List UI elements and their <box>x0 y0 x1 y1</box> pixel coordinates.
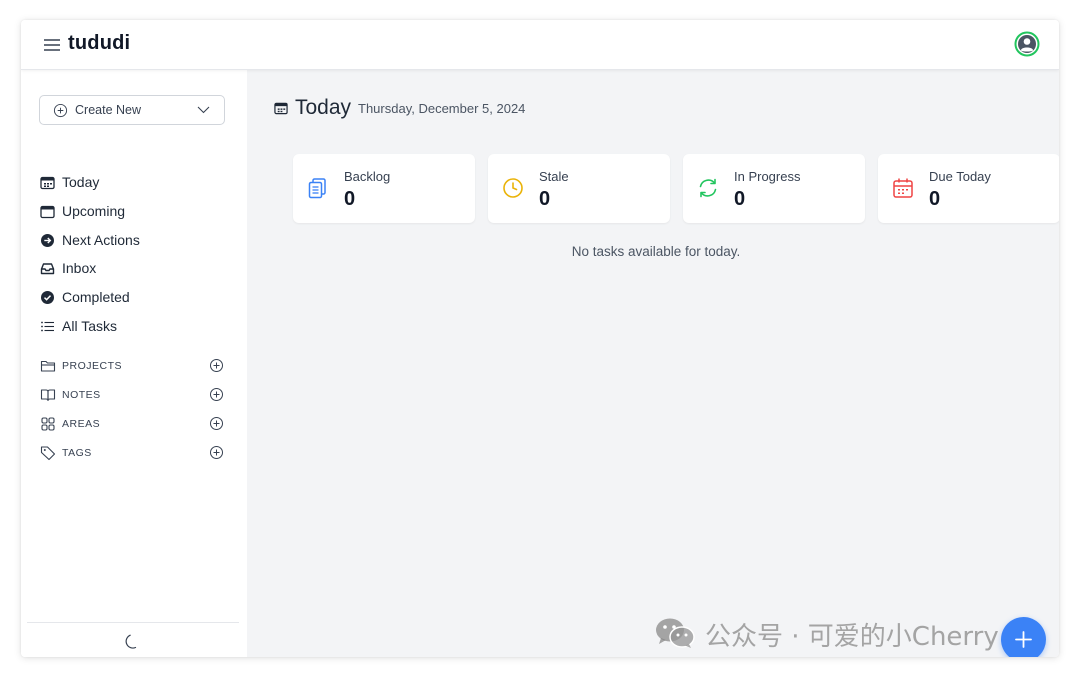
in-progress-card[interactable]: In Progress 0 <box>683 154 865 223</box>
create-new-button[interactable]: Create New <box>39 95 225 125</box>
section-label: TAGS <box>62 447 92 459</box>
main-content: Today Thursday, December 5, 2024 Backlog… <box>247 70 1059 657</box>
calendar-due-icon <box>893 178 913 198</box>
clock-icon <box>503 178 523 198</box>
nav-item-next-actions[interactable]: Next Actions <box>40 230 226 252</box>
calendar-icon <box>40 205 55 219</box>
add-note-icon[interactable] <box>209 387 224 402</box>
arrow-circle-icon <box>41 234 54 247</box>
refresh-icon <box>699 178 717 198</box>
nav-label: Upcoming <box>62 203 126 219</box>
top-bar: tududi <box>21 20 1059 70</box>
sidebar: Create New Today Upcoming Next Actions I… <box>21 70 247 657</box>
clipboard-icon <box>308 178 326 199</box>
calendar-today-icon <box>274 102 288 115</box>
inbox-icon <box>40 263 55 275</box>
nav-item-today[interactable]: Today <box>40 172 226 194</box>
due-today-card[interactable]: Due Today 0 <box>878 154 1059 223</box>
card-value: 0 <box>929 188 941 210</box>
card-value: 0 <box>344 188 356 210</box>
card-label: Due Today <box>929 169 991 184</box>
page-date: Thursday, December 5, 2024 <box>358 101 526 116</box>
section-areas[interactable]: AREAS <box>40 414 226 434</box>
tag-icon <box>40 446 56 461</box>
chevron-down-icon <box>197 106 210 114</box>
card-label: Backlog <box>344 169 391 184</box>
empty-tasks-message: No tasks available for today. <box>571 244 741 259</box>
card-label: Stale <box>539 169 569 184</box>
section-projects[interactable]: PROJECTS <box>40 356 226 376</box>
create-new-label: Create New <box>75 103 141 117</box>
app-window: tududi Create New Today Upcoming Next Ac… <box>21 20 1059 657</box>
card-label: In Progress <box>734 169 801 184</box>
watermark: 公众号 · 可爱的小Cherry <box>654 614 1054 654</box>
sidebar-footer <box>27 622 239 657</box>
section-label: NOTES <box>62 389 101 401</box>
page-title: Today <box>295 96 352 119</box>
wechat-icon <box>656 618 695 648</box>
user-avatar-icon[interactable] <box>1014 31 1040 57</box>
nav-label: Today <box>62 174 100 190</box>
nav-item-all-tasks[interactable]: All Tasks <box>40 316 226 338</box>
card-value: 0 <box>734 188 746 210</box>
nav-item-upcoming[interactable]: Upcoming <box>40 201 226 223</box>
calendar-today-icon <box>40 176 55 190</box>
nav-label: All Tasks <box>62 318 117 334</box>
book-icon <box>40 389 56 402</box>
hamburger-menu-icon[interactable] <box>43 36 61 54</box>
check-circle-icon <box>41 291 54 304</box>
moon-icon[interactable] <box>124 633 141 650</box>
backlog-card[interactable]: Backlog 0 <box>293 154 475 223</box>
add-tag-icon[interactable] <box>209 445 224 460</box>
list-icon <box>41 321 54 332</box>
add-area-icon[interactable] <box>209 416 224 431</box>
grid-icon <box>41 417 55 431</box>
section-tags[interactable]: TAGS <box>40 443 226 463</box>
folder-icon <box>40 360 56 372</box>
plus-circle-icon <box>53 103 68 118</box>
app-brand[interactable]: tududi <box>68 32 130 55</box>
stale-card[interactable]: Stale 0 <box>488 154 670 223</box>
watermark-text: 公众号 · 可爱的小Cherry <box>705 622 999 652</box>
nav-label: Completed <box>62 289 130 305</box>
nav-label: Inbox <box>62 260 97 276</box>
nav-label: Next Actions <box>62 232 140 248</box>
add-project-icon[interactable] <box>209 358 224 373</box>
nav-item-completed[interactable]: Completed <box>40 287 226 309</box>
section-label: AREAS <box>62 418 101 430</box>
nav-item-inbox[interactable]: Inbox <box>40 258 226 280</box>
section-label: PROJECTS <box>62 360 123 372</box>
section-notes[interactable]: NOTES <box>40 385 226 405</box>
card-value: 0 <box>539 188 551 210</box>
